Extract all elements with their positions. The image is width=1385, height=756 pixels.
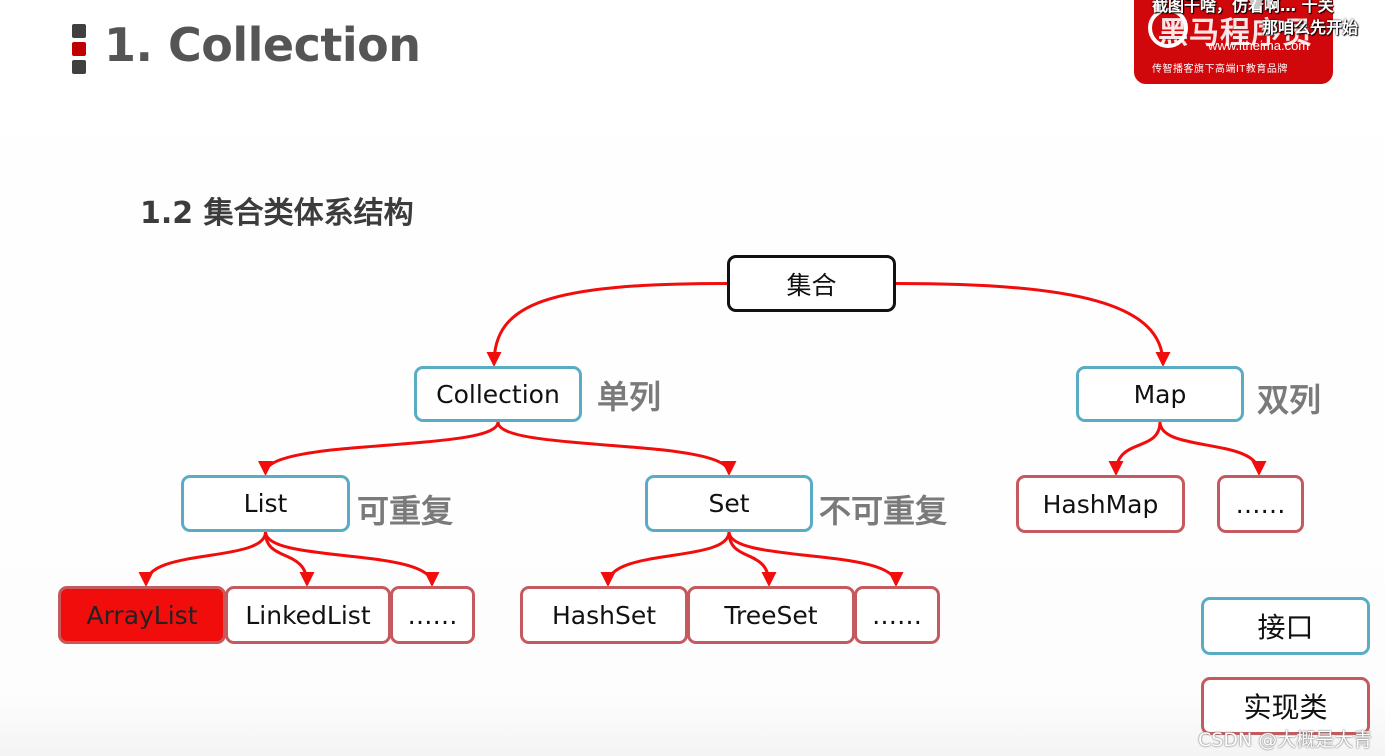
legend-interface: 接口 (1201, 597, 1370, 655)
edge-collection-to-list (258, 421, 500, 476)
node-label: …… (1235, 489, 1286, 519)
node-label: HashMap (1042, 489, 1159, 519)
note-repeatable: 可重复 (357, 492, 454, 530)
node-label: 集合 (786, 270, 837, 300)
node-label: ArrayList (86, 600, 198, 630)
node-label: Map (1133, 379, 1187, 409)
node-treeset-class: TreeSet (687, 586, 855, 644)
node-label: Set (708, 489, 750, 518)
node-map-interface: Map (1076, 366, 1244, 422)
node-list-more: …… (390, 586, 475, 644)
edge-map-to-hashmap (1108, 421, 1162, 476)
node-label: HashSet (551, 600, 657, 630)
node-hashset-class: HashSet (520, 586, 688, 644)
edge-collection-to-set (496, 421, 737, 476)
node-map-more: …… (1217, 475, 1304, 533)
csdn-watermark: CSDN @大概是大青 (1198, 729, 1373, 751)
note-not-repeatable: 不可重复 (819, 492, 948, 530)
node-hashmap-class: HashMap (1016, 475, 1185, 533)
node-set-more: …… (854, 586, 940, 644)
edge-map-to-map_more (1158, 421, 1267, 476)
node-label: LinkedList (245, 600, 371, 630)
node-arraylist-class: ArrayList (58, 586, 226, 644)
node-set-interface: Set (645, 475, 813, 532)
legend-label: 接口 (1257, 611, 1314, 644)
edge-root-to-map (895, 282, 1171, 367)
node-collection-interface: Collection (414, 366, 582, 422)
node-label: List (243, 489, 288, 518)
node-label: …… (872, 600, 922, 630)
note-single-column: 单列 (597, 378, 662, 416)
node-linkedlist-class: LinkedList (225, 586, 391, 644)
node-label: Collection (436, 379, 560, 409)
edge-root-to-collection (486, 282, 728, 367)
node-label: TreeSet (724, 600, 818, 630)
legend-label: 实现类 (1243, 691, 1328, 724)
edge-list-to-arraylist (138, 531, 267, 587)
node-label: …… (407, 600, 458, 630)
node-collections-root: 集合 (727, 255, 896, 312)
node-list-interface: List (181, 475, 350, 532)
edge-set-to-hashset (600, 531, 731, 587)
note-double-column: 双列 (1257, 381, 1322, 419)
